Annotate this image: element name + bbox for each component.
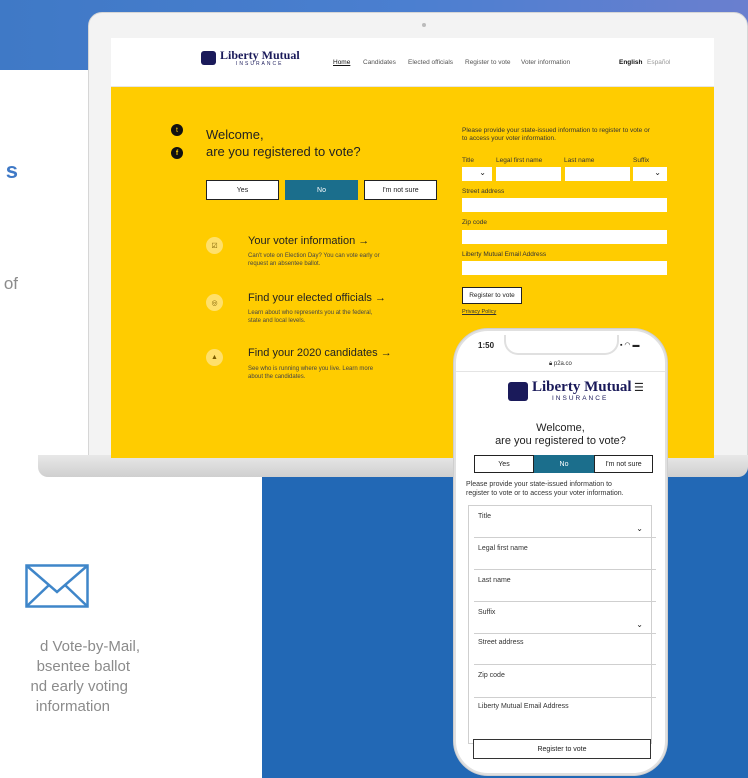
- phone-frame: 1:50 ▪︎ ◠ ▬ 🔒︎ p2a.co Liberty Mutual INS…: [454, 329, 667, 775]
- zip-label: Zip code: [462, 219, 487, 226]
- chevron-down-icon[interactable]: ⌄: [636, 524, 643, 533]
- facebook-icon[interactable]: f: [171, 147, 183, 159]
- brand-name: Liberty Mutual: [220, 48, 300, 62]
- email-input[interactable]: [462, 261, 667, 275]
- phone-notch: [504, 335, 619, 355]
- mobile-first-label[interactable]: Legal first name: [478, 545, 528, 552]
- nav-divider: [111, 86, 714, 87]
- desktop-register-button[interactable]: Register to vote: [462, 287, 522, 304]
- mobile-title-label: Title: [478, 513, 491, 520]
- feature-voter-info-desc-1: Can't vote on Election Day? You can vote…: [248, 253, 380, 259]
- url-text: p2a.co: [553, 361, 572, 367]
- street-input[interactable]: [462, 198, 667, 212]
- title-select[interactable]: ⌄: [462, 167, 492, 181]
- first-name-label: Legal first name: [496, 157, 543, 164]
- mobile-no-button[interactable]: No: [534, 455, 594, 473]
- street-label: Street address: [462, 188, 505, 195]
- mobile-email-label[interactable]: Liberty Mutual Email Address: [478, 703, 569, 710]
- feature-officials-title[interactable]: Find your elected officials →: [248, 292, 386, 304]
- desktop-welcome: Welcome,: [206, 127, 264, 142]
- row-divider: [474, 664, 656, 665]
- email-label: Liberty Mutual Email Address: [462, 251, 547, 258]
- hamburger-menu-icon[interactable]: ☰: [634, 381, 644, 394]
- mobile-brand-sub: INSURANCE: [552, 395, 609, 402]
- nav-home[interactable]: Home: [333, 59, 350, 66]
- location-pin-icon: ◎: [206, 294, 223, 311]
- chevron-down-icon: ⌄: [479, 168, 486, 177]
- checklist-icon: ☑: [206, 237, 223, 254]
- browser-divider: [456, 371, 665, 372]
- mobile-yes-button[interactable]: Yes: [474, 455, 534, 473]
- capitol-icon: ▲: [206, 349, 223, 366]
- twitter-icon[interactable]: t: [171, 124, 183, 136]
- top-nav: Liberty Mutual INSURANCE Home Candidates…: [111, 38, 714, 86]
- last-name-input[interactable]: [565, 167, 630, 181]
- row-divider: [474, 697, 656, 698]
- mobile-suffix-label: Suffix: [478, 609, 496, 616]
- status-icons: ▪︎ ◠ ▬: [620, 342, 640, 349]
- url-bar[interactable]: 🔒︎ p2a.co: [549, 361, 572, 368]
- desktop-no-button[interactable]: No: [285, 180, 358, 200]
- lang-english[interactable]: English: [619, 59, 642, 66]
- statue-icon: [201, 51, 216, 65]
- privacy-link[interactable]: Privacy Policy: [462, 309, 496, 315]
- row-divider: [474, 633, 656, 634]
- mobile-question: are you registered to vote?: [495, 435, 626, 447]
- form-intro-2: to access your voter information.: [462, 135, 556, 142]
- mobile-brand-name: Liberty Mutual: [532, 379, 632, 395]
- row-divider: [474, 601, 656, 602]
- zip-input[interactable]: [462, 230, 667, 244]
- lang-espanol[interactable]: Español: [647, 59, 671, 66]
- chevron-down-icon: ⌄: [654, 168, 661, 177]
- mobile-brand-logo[interactable]: Liberty Mutual INSURANCE: [508, 380, 632, 402]
- side-text-of: of: [3, 274, 18, 293]
- feature-candidates-desc-1: See who is running where you live. Learn…: [248, 366, 374, 372]
- desktop-unsure-button[interactable]: I'm not sure: [364, 180, 437, 200]
- title-label: Title: [462, 157, 475, 164]
- brand-logo[interactable]: Liberty Mutual INSURANCE: [201, 49, 300, 67]
- mobile-form: Title ⌄ Legal first name Last name Suffi…: [468, 505, 656, 744]
- feature-candidates-title[interactable]: Find your 2020 candidates →: [248, 347, 392, 359]
- feature-candidates-desc-2: about the candidates.: [248, 374, 306, 380]
- form-intro-1: Please provide your state-issued informa…: [462, 127, 650, 134]
- desktop-question: are you registered to vote?: [206, 144, 361, 159]
- mobile-zip-label[interactable]: Zip code: [478, 672, 505, 679]
- mobile-unsure-button[interactable]: I'm not sure: [594, 455, 653, 473]
- nav-voter-info[interactable]: Voter information: [521, 59, 570, 66]
- status-time: 1:50: [478, 341, 495, 350]
- mobile-welcome: Welcome,: [536, 422, 585, 434]
- envelope-icon: [25, 564, 89, 613]
- nav-register[interactable]: Register to vote: [465, 59, 511, 66]
- feature-officials-desc-2: state and local levels.: [248, 318, 306, 324]
- suffix-label: Suffix: [633, 157, 650, 164]
- partial-heading-glyph: s: [5, 158, 18, 183]
- last-name-label: Last name: [564, 157, 595, 164]
- camera-dot: [422, 23, 426, 27]
- side-text-2: bsentee ballot: [36, 658, 130, 675]
- nav-candidates[interactable]: Candidates: [363, 59, 396, 66]
- nav-elected-officials[interactable]: Elected officials: [408, 59, 453, 66]
- suffix-select[interactable]: ⌄: [633, 167, 667, 181]
- desktop-yes-button[interactable]: Yes: [206, 180, 279, 200]
- row-divider: [474, 537, 656, 538]
- side-text-4: information: [35, 698, 110, 715]
- mobile-intro-2: register to vote or to access your voter…: [466, 490, 624, 497]
- side-text-3: nd early voting: [30, 678, 128, 695]
- chevron-down-icon[interactable]: ⌄: [636, 620, 643, 629]
- mobile-last-label[interactable]: Last name: [478, 577, 511, 584]
- feature-voter-info-title[interactable]: Your voter information →: [248, 235, 369, 247]
- feature-voter-info-desc-2: request an absentee ballot.: [248, 261, 321, 267]
- side-text-1: d Vote-by-Mail,: [39, 638, 140, 655]
- feature-officials-desc-1: Learn about who represents you at the fe…: [248, 310, 373, 316]
- statue-icon: [508, 381, 528, 401]
- row-divider: [474, 569, 656, 570]
- mobile-street-label[interactable]: Street address: [478, 639, 524, 646]
- mobile-intro-1: Please provide your state-issued informa…: [466, 481, 612, 488]
- mobile-register-button[interactable]: Register to vote: [473, 739, 651, 759]
- first-name-input[interactable]: [496, 167, 561, 181]
